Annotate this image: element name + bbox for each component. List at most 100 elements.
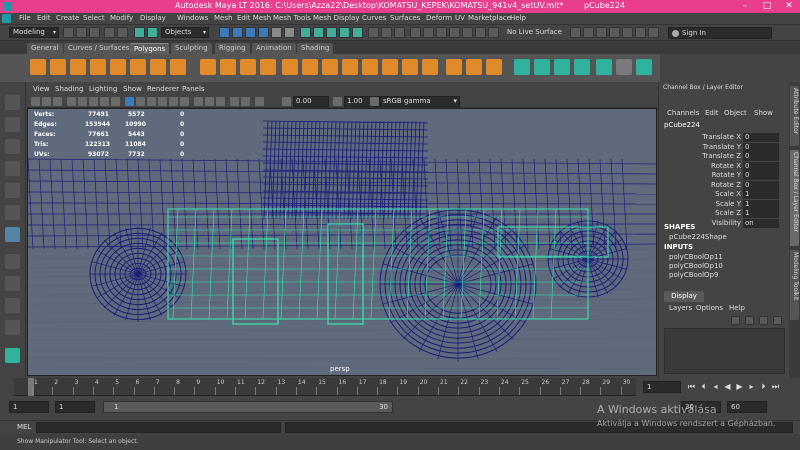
gamma-icon[interactable] — [333, 97, 342, 106]
input-node[interactable]: polyCBoolOp9 — [669, 271, 718, 279]
ipr-render-icon[interactable] — [423, 27, 434, 38]
menu-surfaces[interactable]: Surfaces — [390, 14, 420, 22]
insert-edge-loop-icon[interactable] — [402, 59, 418, 75]
render-view-icon[interactable] — [462, 27, 473, 38]
exposure-icon[interactable] — [282, 97, 291, 106]
menu-curves[interactable]: Curves — [362, 14, 386, 22]
snap-grid-icon[interactable] — [300, 27, 311, 38]
render-settings-icon[interactable] — [436, 27, 447, 38]
attribute-value-field[interactable]: 1 — [743, 190, 779, 199]
history-icon[interactable] — [368, 27, 379, 38]
sculpt-icon[interactable] — [583, 27, 594, 38]
wireframe-icon[interactable] — [125, 97, 134, 106]
poly-cube-icon[interactable] — [50, 59, 66, 75]
shelf-tab-shading[interactable]: Shading — [297, 43, 334, 54]
shape-node[interactable]: pCube224Shape — [669, 233, 727, 241]
new-empty-layer-icon[interactable] — [745, 316, 754, 325]
lasso-tool-icon[interactable] — [5, 117, 20, 132]
cylindrical-mapping-icon[interactable] — [554, 59, 570, 75]
four-view-layout-icon[interactable] — [5, 276, 20, 291]
range-slider[interactable]: 1 30 — [103, 401, 393, 413]
poly-torus-icon[interactable] — [130, 59, 146, 75]
menu-deform[interactable]: Deform — [426, 14, 452, 22]
attribute-value-field[interactable]: 0 — [743, 133, 779, 142]
new-layer-icon[interactable] — [731, 316, 740, 325]
move-tool-icon[interactable] — [5, 161, 20, 176]
attribute-value-field[interactable]: 0 — [743, 180, 779, 190]
attribute-label[interactable]: Translate Y — [659, 143, 741, 151]
render-setup-icon[interactable] — [475, 27, 486, 38]
attribute-value-field[interactable]: 1 — [743, 209, 779, 218]
channel-box-icon[interactable] — [635, 27, 646, 38]
fill-hole-icon[interactable] — [422, 59, 438, 75]
input-output-icon[interactable] — [381, 27, 392, 38]
attribute-label[interactable]: Rotate X — [659, 162, 741, 170]
poly-plane-icon[interactable] — [110, 59, 126, 75]
menu-select[interactable]: Select — [83, 14, 105, 22]
menu-mesh-display[interactable]: Mesh Display — [313, 14, 359, 22]
outliner-layout-icon[interactable] — [5, 320, 20, 335]
cb-object-menu[interactable]: Object — [724, 109, 747, 117]
menu-uv[interactable]: UV — [455, 14, 465, 22]
attribute-editor-icon[interactable] — [609, 27, 620, 38]
rotate-tool-icon[interactable] — [5, 183, 20, 198]
shelf-tab-polygons[interactable]: Polygons — [130, 43, 170, 54]
attribute-label[interactable]: Rotate Z — [659, 181, 741, 189]
component-face-icon[interactable] — [245, 27, 256, 38]
isolate-select-icon[interactable] — [216, 97, 225, 106]
layers-menu[interactable]: Layers — [669, 304, 692, 312]
minimize-button[interactable]: – — [734, 0, 756, 13]
select-tool-icon[interactable] — [5, 95, 20, 110]
animation-start-field[interactable]: 1 — [9, 401, 49, 413]
layer-options-menu[interactable]: Options — [696, 304, 723, 312]
menu-marketplace[interactable]: Marketplace — [468, 14, 511, 22]
camera-attributes-icon[interactable] — [31, 97, 40, 106]
field-chart-icon[interactable] — [111, 97, 120, 106]
side-tab-attribute-editor[interactable]: Attribute Editor — [790, 86, 799, 146]
append-polygon-icon[interactable] — [382, 59, 398, 75]
menu-windows[interactable]: Windows — [177, 14, 208, 22]
shadows-icon[interactable] — [180, 97, 189, 106]
resolution-gate-icon[interactable] — [89, 97, 98, 106]
hypershade-icon[interactable] — [449, 27, 460, 38]
mel-input[interactable] — [36, 422, 281, 433]
menu-display[interactable]: Display — [140, 14, 166, 22]
image-plane-icon[interactable] — [53, 97, 62, 106]
ambient-occlusion-icon[interactable] — [230, 97, 239, 106]
attribute-value-field[interactable]: 0 — [743, 142, 779, 152]
play-backwards-icon[interactable]: ◀ — [723, 382, 732, 391]
symmetry-icon[interactable] — [570, 27, 581, 38]
uv-editor-icon[interactable] — [596, 59, 612, 75]
extrude-icon[interactable] — [322, 59, 338, 75]
live-surface-field[interactable]: No Live Surface — [503, 27, 565, 38]
component-uv-icon[interactable] — [258, 27, 269, 38]
multi-cut-icon[interactable] — [342, 59, 358, 75]
menu-edit-mesh[interactable]: Edit Mesh — [237, 14, 271, 22]
menu-edit[interactable]: Edit — [37, 14, 51, 22]
paint-select-icon[interactable] — [5, 139, 20, 154]
menu-create[interactable]: Create — [56, 14, 79, 22]
live-surface-icon[interactable] — [488, 27, 499, 38]
manipulator-tool-icon[interactable] — [5, 227, 20, 242]
checker-map-icon[interactable] — [616, 59, 632, 75]
snap-curve-icon[interactable] — [313, 27, 324, 38]
camera-bookmark-icon[interactable] — [42, 97, 51, 106]
panel-menu-shading[interactable]: Shading — [55, 85, 83, 93]
collapse-icon[interactable] — [486, 59, 502, 75]
separate-icon[interactable] — [220, 59, 236, 75]
two-view-layout-icon[interactable] — [5, 298, 20, 313]
side-tab-channel-box[interactable]: Channel Box / Layer Editor — [790, 150, 799, 246]
automatic-mapping-icon[interactable] — [534, 59, 550, 75]
boolean-icon[interactable] — [260, 59, 276, 75]
animation-end-field[interactable]: 60 — [727, 401, 767, 413]
planar-mapping-icon[interactable] — [514, 59, 530, 75]
panel-menu-show[interactable]: Show — [123, 85, 142, 93]
selected-object-name[interactable]: pCube224 — [664, 121, 700, 129]
component-edge-icon[interactable] — [232, 27, 243, 38]
step-forward-frame-icon[interactable]: ▸ — [747, 382, 756, 391]
single-perspective-layout-icon[interactable] — [5, 254, 20, 269]
attribute-value-field[interactable]: on — [743, 218, 779, 228]
go-to-end-icon[interactable]: ⏭ — [771, 382, 780, 391]
shelf-tab-curves-surfaces[interactable]: Curves / Surfaces — [64, 43, 134, 54]
close-button[interactable]: ✕ — [778, 0, 800, 13]
